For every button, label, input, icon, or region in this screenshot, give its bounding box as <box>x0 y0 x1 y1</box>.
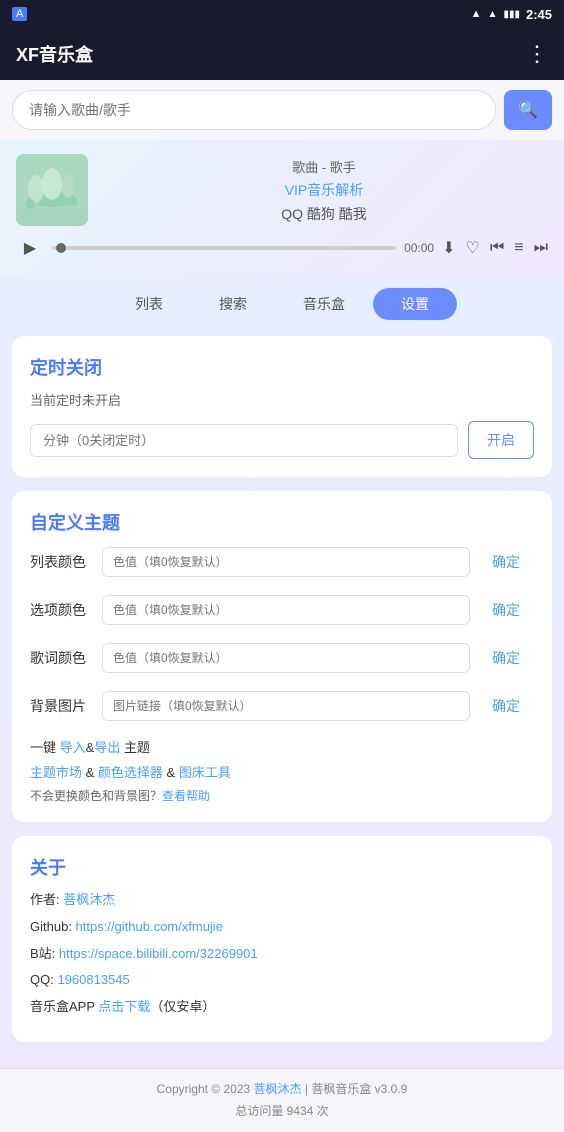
progress-bar[interactable] <box>52 246 396 250</box>
signal-icon: ▲ <box>488 9 498 20</box>
image-host-link[interactable]: 图床工具 <box>179 765 231 780</box>
tools-row: 主题市场 & 颜色选择器 & 图床工具 <box>30 762 534 781</box>
search-icon: 🔍 <box>518 100 538 120</box>
theme-row-lyric-color: 歌词颜色 确定 <box>30 641 534 675</box>
bg-image-input[interactable] <box>102 691 470 721</box>
favorite-icon[interactable]: ♡ <box>466 238 480 258</box>
play-button[interactable]: ▶ <box>16 234 44 262</box>
playlist-icon[interactable]: ≡ <box>514 239 523 257</box>
tab-bar: 列表 搜索 音乐盒 设置 <box>12 288 552 320</box>
export-link[interactable]: 导出 <box>94 740 120 755</box>
search-button[interactable]: 🔍 <box>504 90 552 130</box>
theme-title: 自定义主题 <box>30 509 534 535</box>
tab-settings[interactable]: 设置 <box>373 288 457 320</box>
battery-icon: ▮▮▮ <box>503 9 520 20</box>
bilibili-link[interactable]: https://space.bilibili.com/32269901 <box>59 946 258 961</box>
about-download: 音乐盒APP 点击下载（仅安卓） <box>30 997 534 1018</box>
more-menu-icon[interactable]: ⋮ <box>526 41 548 67</box>
about-title: 关于 <box>30 854 534 880</box>
footer: Copyright © 2023 菩枫沐杰 | 菩枫音乐盒 v3.0.9 总访问… <box>0 1068 564 1132</box>
main-content: 列表 搜索 音乐盒 设置 定时关闭 当前定时未开启 开启 自定义主题 列表颜色 … <box>0 276 564 1068</box>
tab-musicbox[interactable]: 音乐盒 <box>275 288 373 320</box>
bstation-label: B站: <box>30 946 59 961</box>
player-controls: ▶ 00:00 ⬇ ♡ ⏮ ≡ ⏭ <box>16 234 548 262</box>
album-art <box>16 154 88 226</box>
app-icon: A <box>12 7 27 21</box>
color-note: 不会更换颜色和背景图？查看帮助 <box>30 787 534 804</box>
list-color-input[interactable] <box>102 547 470 577</box>
theme-row-option-color: 选项颜色 确定 <box>30 593 534 627</box>
footer-copyright: Copyright © 2023 菩枫沐杰 | 菩枫音乐盒 v3.0.9 <box>10 1079 554 1101</box>
timer-input[interactable] <box>30 424 458 457</box>
import-export-row: 一键 导入&导出 主题 <box>30 737 534 756</box>
list-color-label: 列表颜色 <box>30 552 94 572</box>
list-color-confirm[interactable]: 确定 <box>478 545 534 579</box>
option-color-input[interactable] <box>102 595 470 625</box>
about-github: Github: https://github.com/xfmujie <box>30 917 534 938</box>
github-label: Github: <box>30 919 76 934</box>
song-info: 歌曲 - 歌手 VIP音乐解析 QQ 酷狗 酷我 <box>100 157 548 224</box>
lyric-color-confirm[interactable]: 确定 <box>478 641 534 675</box>
option-color-label: 选项颜色 <box>30 600 94 620</box>
next-icon[interactable]: ⏭ <box>534 239 548 257</box>
platform-text: QQ 酷狗 酷我 <box>100 204 548 224</box>
search-input[interactable] <box>29 102 479 118</box>
qq-number[interactable]: 1960813545 <box>57 972 129 987</box>
option-color-confirm[interactable]: 确定 <box>478 593 534 627</box>
app-download-label: 音乐盒APP <box>30 999 98 1014</box>
wifi-icon: ▲ <box>471 8 482 20</box>
qq-label: QQ: <box>30 972 57 987</box>
app-title: XF音乐盒 <box>16 41 93 67</box>
help-link[interactable]: 查看帮助 <box>162 789 210 803</box>
download-icon[interactable]: ⬇ <box>442 238 455 258</box>
status-left: A <box>12 7 27 21</box>
about-bilibili: B站: https://space.bilibili.com/32269901 <box>30 944 534 965</box>
import-link[interactable]: 导入 <box>60 740 86 755</box>
control-icons: ⬇ ♡ ⏮ ≡ ⏭ <box>442 238 548 258</box>
download-link[interactable]: 点击下载 <box>98 999 150 1014</box>
timer-card: 定时关闭 当前定时未开启 开启 <box>12 336 552 477</box>
timer-subtitle: 当前定时未开启 <box>30 390 534 409</box>
status-right: ▲ ▲ ▮▮▮ 2:45 <box>471 7 552 22</box>
color-picker-link[interactable]: 颜色选择器 <box>98 765 163 780</box>
time-display: 00:00 <box>404 241 434 255</box>
progress-dot <box>56 243 66 253</box>
download-note: （仅安卓） <box>150 999 215 1014</box>
lyric-color-label: 歌词颜色 <box>30 648 94 668</box>
tab-search[interactable]: 搜索 <box>191 288 275 320</box>
timer-title: 定时关闭 <box>30 354 534 380</box>
about-card: 关于 作者: 菩枫沐杰 Github: https://github.com/x… <box>12 836 552 1042</box>
lyric-color-input[interactable] <box>102 643 470 673</box>
about-author: 作者: 菩枫沐杰 <box>30 890 534 911</box>
footer-visits: 总访问量 9434 次 <box>10 1101 554 1123</box>
tab-list[interactable]: 列表 <box>107 288 191 320</box>
prev-icon[interactable]: ⏮ <box>490 239 504 257</box>
top-bar: XF音乐盒 ⋮ <box>0 28 564 80</box>
player-section: 歌曲 - 歌手 VIP音乐解析 QQ 酷狗 酷我 ▶ 00:00 ⬇ ♡ ⏮ ≡… <box>0 140 564 276</box>
github-link[interactable]: https://github.com/xfmujie <box>76 919 223 934</box>
timer-row: 开启 <box>30 421 534 459</box>
author-link[interactable]: 菩枫沐杰 <box>63 892 115 907</box>
vip-parse-text[interactable]: VIP音乐解析 <box>100 180 548 200</box>
bg-image-confirm[interactable]: 确定 <box>478 689 534 723</box>
status-time: 2:45 <box>526 7 552 22</box>
theme-market-link[interactable]: 主题市场 <box>30 765 82 780</box>
search-input-wrapper <box>12 90 496 130</box>
theme-row-bg-image: 背景图片 确定 <box>30 689 534 723</box>
song-title: 歌曲 - 歌手 <box>100 157 548 176</box>
theme-row-list-color: 列表颜色 确定 <box>30 545 534 579</box>
player-top: 歌曲 - 歌手 VIP音乐解析 QQ 酷狗 酷我 <box>16 154 548 226</box>
timer-open-button[interactable]: 开启 <box>468 421 534 459</box>
status-bar: A ▲ ▲ ▮▮▮ 2:45 <box>0 0 564 28</box>
footer-author-link[interactable]: 菩枫沐杰 <box>254 1082 302 1096</box>
about-qq: QQ: 1960813545 <box>30 970 534 991</box>
bg-image-label: 背景图片 <box>30 696 94 716</box>
search-section: 🔍 <box>0 80 564 140</box>
theme-card: 自定义主题 列表颜色 确定 选项颜色 确定 歌词颜色 确定 背景图片 确定 一键… <box>12 491 552 822</box>
